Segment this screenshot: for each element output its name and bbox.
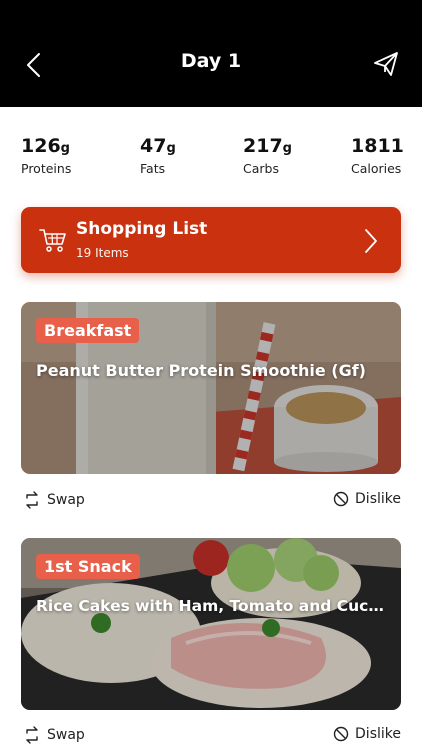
meal-actions: Swap Dislike: [21, 726, 401, 750]
meal-type-tag: 1st Snack: [36, 554, 140, 579]
macro-label: Fats: [140, 161, 166, 176]
chevron-right-icon: [365, 229, 377, 253]
meal-card-breakfast[interactable]: Breakfast Peanut Butter Protein Smoothie…: [21, 302, 401, 474]
dislike-button[interactable]: Dislike: [333, 491, 401, 507]
macro-carbs: 217g Carbs: [243, 135, 292, 176]
macro-proteins: 126g Proteins: [21, 135, 71, 176]
dislike-button[interactable]: Dislike: [333, 726, 401, 742]
swap-button[interactable]: Swap: [23, 726, 85, 744]
swap-label: Swap: [47, 727, 85, 743]
macro-value: 1811: [351, 135, 404, 157]
macro-summary: 126g Proteins 47g Fats 217g Carbs 1811 C…: [0, 107, 422, 187]
page-title: Day 1: [180, 50, 242, 72]
dislike-label: Dislike: [355, 491, 401, 507]
block-icon: [333, 491, 349, 507]
meal-type-tag: Breakfast: [36, 318, 140, 343]
macro-label: Proteins: [21, 161, 72, 176]
macro-label: Calories: [351, 161, 402, 176]
shopping-list-title: Shopping List: [76, 219, 208, 239]
paper-plane-icon[interactable]: [372, 50, 400, 78]
meal-actions: Swap Dislike: [21, 491, 401, 515]
macro-value: 47: [140, 135, 167, 157]
app-header: Day 1: [0, 0, 422, 107]
macro-value: 217: [243, 135, 283, 157]
meal-name: Rice Cakes with Ham, Tomato and Cucumber: [36, 597, 386, 615]
meal-name: Peanut Butter Protein Smoothie (Gf): [36, 361, 366, 380]
macro-label: Carbs: [243, 161, 279, 176]
macro-unit: g: [60, 141, 70, 156]
macro-unit: g: [282, 141, 292, 156]
dislike-label: Dislike: [355, 726, 401, 742]
swap-label: Swap: [47, 492, 85, 508]
macro-fats: 47g Fats: [140, 135, 176, 176]
swap-icon: [26, 726, 38, 744]
block-icon: [333, 726, 349, 742]
shopping-list-count: 19 Items: [76, 246, 129, 260]
cart-icon: [39, 229, 66, 252]
macro-calories: 1811 Calories: [351, 135, 404, 176]
macro-value: 126: [21, 135, 61, 157]
swap-icon: [26, 491, 38, 509]
macro-unit: g: [166, 141, 176, 156]
shopping-list-button[interactable]: Shopping List 19 Items: [21, 207, 401, 273]
swap-button[interactable]: Swap: [23, 491, 85, 509]
meal-card-snack[interactable]: 1st Snack Rice Cakes with Ham, Tomato an…: [21, 538, 401, 710]
